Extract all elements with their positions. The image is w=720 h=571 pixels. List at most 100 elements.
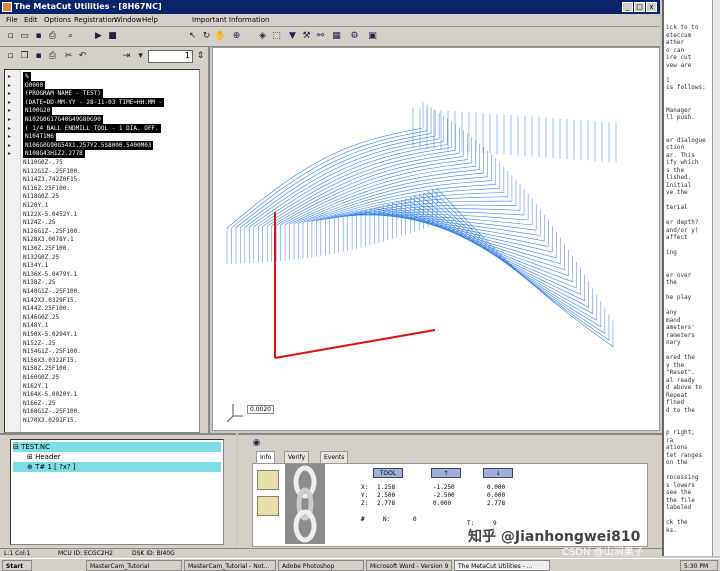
panel-pin-icon[interactable]: ◉: [250, 437, 263, 450]
help-text-line: ve the: [666, 189, 688, 196]
toolpath-pass: [356, 212, 541, 236]
task-metacut[interactable]: The MetaCut Utilities - ...: [454, 560, 550, 571]
tree-item-header[interactable]: ⊞ Header: [13, 452, 221, 462]
expand-icon[interactable]: ⊞: [27, 453, 35, 461]
select-icon[interactable]: ↖: [186, 30, 199, 43]
help-text-line: ll push.: [666, 114, 695, 121]
down-y-value: 0.000: [487, 492, 506, 499]
print-nc-icon[interactable]: ⎙: [46, 50, 59, 63]
app-icon: [2, 2, 12, 12]
stock-icon[interactable]: [257, 496, 279, 516]
menu-edit[interactable]: Edit: [24, 16, 38, 24]
task-mastercam-notepad[interactable]: MasterCam_Tutorial - Not...: [184, 560, 276, 571]
doc-icon[interactable]: ▫: [4, 50, 17, 63]
nc-line[interactable]: N170X3.0291F15.: [23, 416, 77, 425]
maximize-button[interactable]: □: [634, 2, 645, 12]
help-text-line: is follows:: [666, 84, 706, 91]
link-icon[interactable]: ⚯: [314, 30, 327, 43]
save-nc-icon[interactable]: ▪: [32, 50, 45, 63]
toolpath-pass: [423, 192, 602, 328]
toolpath-pass: [387, 204, 569, 276]
menu-registration[interactable]: Registration: [74, 16, 116, 24]
minimize-button[interactable]: _: [622, 2, 633, 12]
line-marker-icon: [8, 416, 18, 425]
tree-item-tool[interactable]: ⊕ T# 1 [ ?x? ]: [13, 462, 221, 472]
close-button[interactable]: x: [646, 2, 657, 12]
chain-link-icon: [285, 464, 325, 544]
cut-icon[interactable]: ✂: [62, 50, 75, 63]
tool-y-value: 2.500: [377, 492, 396, 499]
menu-important-information[interactable]: Important Information: [192, 16, 269, 24]
menu-bar: File Edit Options Registration Window He…: [0, 14, 660, 27]
help-text-line: labeled: [666, 504, 692, 511]
disk-id: DSK ID: BI40G: [132, 550, 175, 557]
menu-window[interactable]: Window: [114, 16, 142, 24]
window-title: The MetaCut Utilities - [8H67NC]: [14, 2, 162, 11]
open-icon[interactable]: ▭: [18, 30, 31, 43]
help-text-line: nary: [666, 339, 681, 346]
cursor-position: L:1 Col:1: [4, 550, 31, 557]
pan-icon[interactable]: ✋: [214, 30, 227, 43]
tool-icon[interactable]: ⚒: [300, 30, 313, 43]
nc-toolbar: ▫ ❐ ▪ ⎙ ✂ ↶ ⇥ ▾ 1 ⇕: [0, 47, 210, 67]
help-scrollbar[interactable]: [712, 0, 720, 556]
help-document-pane: ick to to eteccum ather o can ire cut vew are…: [662, 0, 720, 556]
zoom-icon[interactable]: ⊕: [230, 30, 243, 43]
job-tree-panel: ⊟ TEST.NC ⊞ Header ⊕ T# 1 [ ?x? ]: [0, 433, 236, 548]
settings-icon[interactable]: ⚙: [348, 30, 361, 43]
copy-icon[interactable]: ❐: [18, 50, 31, 63]
axis-x-label: X:: [361, 484, 369, 491]
tool-holder-icon[interactable]: [257, 470, 279, 490]
help-text-line: vew are: [666, 61, 692, 69]
menu-options[interactable]: Options: [44, 16, 71, 24]
main-toolbar: ▫ ▭ ▪ ⎙ ⌕ ▶ ■ ↖ ↻ ✋ ⊕ ◈ ⬚ ▼ ⚒ ⚯ ▦ ⚙ ▣: [0, 27, 660, 47]
toolpath-viewport[interactable]: 0.0020: [212, 47, 660, 431]
tool-header: TOOL: [373, 468, 403, 478]
view-top-icon[interactable]: ⬚: [270, 30, 283, 43]
task-mastercam-tutorial[interactable]: MasterCam_Tutorial: [86, 560, 182, 571]
line-number-field[interactable]: 1: [148, 50, 193, 63]
help-text-line: ing: [666, 249, 677, 256]
down-icon[interactable]: ▾: [134, 50, 147, 63]
view-iso-icon[interactable]: ◈: [256, 30, 269, 43]
play-icon[interactable]: ▶: [92, 30, 105, 43]
x-axis-line: [274, 329, 436, 359]
tab-verify[interactable]: Verify: [284, 451, 310, 463]
window-icon[interactable]: ▣: [366, 30, 379, 43]
tree-item-file[interactable]: ⊟ TEST.NC: [13, 442, 221, 452]
menu-file[interactable]: File: [6, 16, 18, 24]
menu-help[interactable]: Help: [142, 16, 158, 24]
new-icon[interactable]: ▫: [4, 30, 17, 43]
n-label: N:: [383, 516, 391, 523]
up-z-value: 0.000: [433, 500, 452, 507]
axis-y-label: Y:: [361, 492, 369, 499]
tool-item-icon: ⊕: [27, 463, 36, 471]
task-word[interactable]: Microsoft Word - Version 9: [366, 560, 452, 571]
line-stepper-icon[interactable]: ⇕: [194, 50, 207, 63]
print-icon[interactable]: ⎙: [46, 30, 59, 43]
down-x-value: 0.000: [487, 484, 506, 491]
stop-icon[interactable]: ■: [106, 30, 119, 43]
down-header: ↓: [483, 468, 513, 478]
n-value: 0: [413, 516, 417, 523]
goto-icon[interactable]: ⇥: [120, 50, 133, 63]
help-text-line: he play: [666, 294, 692, 301]
tab-events[interactable]: Events: [320, 451, 349, 463]
help-text-line: affect: [666, 234, 688, 241]
undo-icon[interactable]: ↶: [76, 50, 89, 63]
filter-icon[interactable]: ▼: [286, 30, 299, 43]
start-button[interactable]: Start: [2, 560, 32, 571]
help-text-line: on the: [666, 459, 688, 466]
nc-code-list[interactable]: ▸% ▸ O0000 ▸ (PROGRAM NAME - TEST) ▸ (DATE=DD-…: [4, 69, 200, 433]
tab-info[interactable]: Info: [256, 451, 276, 463]
grid-icon[interactable]: ▦: [330, 30, 343, 43]
watermark-csdn: CSDN @山涧果子: [562, 547, 644, 558]
rotate-icon[interactable]: ↻: [200, 30, 213, 43]
expand-icon[interactable]: ⊟: [13, 443, 21, 451]
triad-axis: [226, 415, 234, 423]
save-icon[interactable]: ▪: [32, 30, 45, 43]
task-photoshop[interactable]: Adobe Photoshop: [278, 560, 364, 571]
clock: 5:30 PM: [680, 560, 718, 571]
find-icon[interactable]: ⌕: [64, 30, 77, 43]
mcu-id: MCU ID: ECGC2H2: [58, 550, 113, 557]
